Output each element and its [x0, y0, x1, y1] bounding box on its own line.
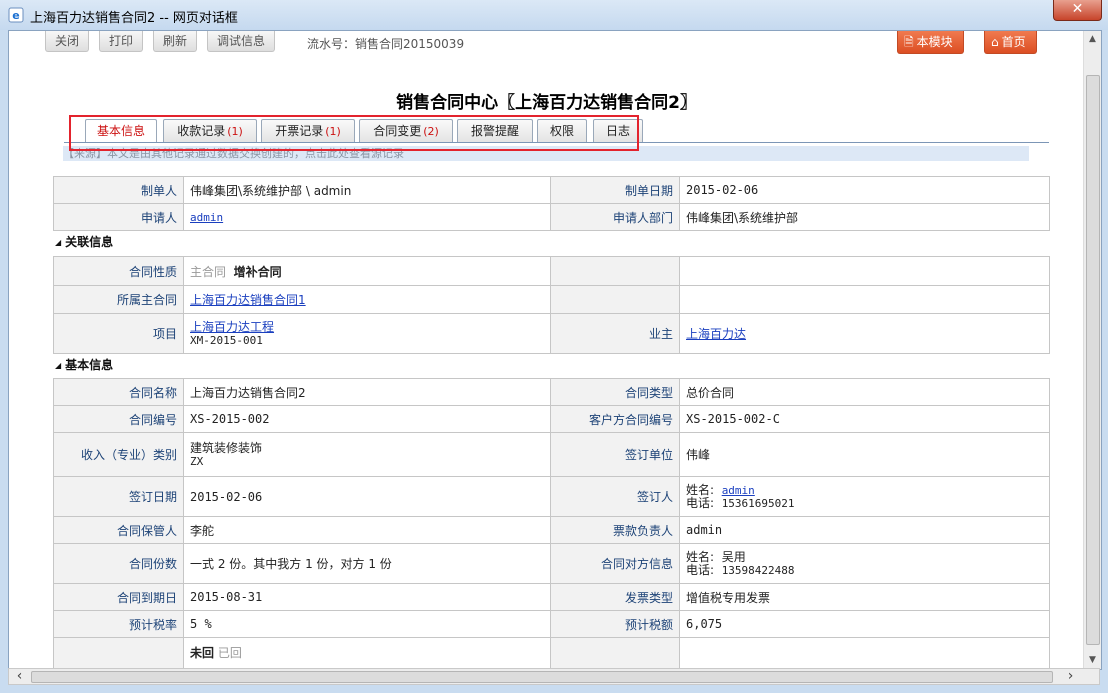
sign-unit-label: 签订单位	[550, 432, 680, 477]
window-title-bar: e 上海百力达销售合同2 -- 网页对话框 ✕	[0, 0, 1108, 30]
toolbar: 关闭 打印 刷新 调试信息 流水号：销售合同20150039 🗎 本模块 ⌂ 首页	[9, 31, 1084, 61]
tax-amount-label: 预计税额	[550, 610, 680, 638]
counterpart-name: 吴用	[721, 549, 746, 564]
page-title: 销售合同中心〖上海百力达销售合同2〗	[396, 93, 697, 113]
tax-rate-value: 5 %	[183, 610, 551, 638]
contract-name-value: 上海百力达销售合同2	[183, 378, 551, 406]
vertical-scrollbar[interactable]: ▲ ▼	[1083, 31, 1101, 669]
signer-name-link[interactable]: admin	[722, 484, 755, 497]
applicant-dept-value: 伟峰集团\系统维护部	[679, 203, 1050, 231]
contract-code-value: XS-2015-002	[183, 405, 551, 433]
create-date-label: 制单日期	[550, 176, 680, 204]
document-icon: 🗎	[904, 35, 914, 49]
close-icon: ✕	[1071, 1, 1084, 17]
home-icon: ⌂	[991, 35, 999, 49]
close-button[interactable]: 关闭	[45, 31, 90, 52]
vertical-scroll-thumb[interactable]	[1086, 75, 1100, 645]
creator-value: 伟峰集团\系统维护部 \ admin	[183, 176, 551, 204]
income-category-value: 建筑装修装饰	[190, 441, 263, 455]
horizontal-scroll-thumb[interactable]	[31, 671, 1053, 683]
window-bottom-border	[0, 685, 1108, 693]
scroll-right-icon[interactable]: ›	[1062, 669, 1079, 684]
scroll-left-icon[interactable]: ‹	[11, 669, 28, 684]
basic-info-table: 合同名称 上海百力达销售合同2 合同类型 总价合同 合同编号 XS-2015-0…	[53, 378, 1050, 669]
return-status-done[interactable]: 已回	[218, 646, 242, 660]
this-module-button[interactable]: 🗎 本模块	[897, 31, 964, 54]
create-date-value: 2015-02-06	[679, 176, 1050, 204]
income-category-label: 收入（专业）类别	[53, 432, 184, 477]
parent-contract-label: 所属主合同	[53, 285, 184, 314]
basic-section-toggle[interactable]: ◢ 基本信息	[55, 356, 113, 373]
return-status-not[interactable]: 未回	[190, 646, 214, 660]
print-button[interactable]: 打印	[99, 31, 144, 52]
creator-table: 制单人 伟峰集团\系统维护部 \ admin 制单日期 2015-02-06 申…	[53, 176, 1050, 231]
dialog-content: 关闭 打印 刷新 调试信息 流水号：销售合同20150039 🗎 本模块 ⌂ 首页 …	[8, 30, 1102, 670]
project-code: XM-2015-001	[190, 334, 263, 347]
horizontal-scrollbar[interactable]: ‹ ›	[8, 668, 1100, 685]
contract-code-label: 合同编号	[53, 405, 184, 433]
contract-type-value: 总价合同	[679, 378, 1050, 406]
expire-date-label: 合同到期日	[53, 583, 184, 611]
contract-name-label: 合同名称	[53, 378, 184, 406]
project-label: 项目	[53, 313, 184, 354]
signer-phone: 15361695021	[721, 496, 795, 510]
parent-contract-link[interactable]: 上海百力达销售合同1	[190, 293, 306, 307]
invoice-owner-value: admin	[679, 516, 1050, 544]
scroll-down-icon[interactable]: ▼	[1084, 652, 1101, 669]
window-title: 上海百力达销售合同2 -- 网页对话框	[30, 11, 238, 26]
contract-nature-label: 合同性质	[53, 256, 184, 286]
keeper-value: 李舵	[183, 516, 551, 544]
collapse-triangle-icon: ◢	[55, 238, 62, 247]
serial-number: 流水号：销售合同20150039	[307, 37, 465, 51]
keeper-label: 合同保管人	[53, 516, 184, 544]
copies-label: 合同份数	[53, 543, 184, 584]
sign-date-label: 签订日期	[53, 476, 184, 517]
related-section-toggle[interactable]: ◢ 关联信息	[55, 233, 113, 250]
signer-label: 签订人	[550, 476, 680, 517]
project-link[interactable]: 上海百力达工程	[190, 320, 544, 334]
income-category-code: ZX	[190, 455, 204, 468]
expire-date-value: 2015-08-31	[183, 583, 551, 611]
sign-date-value: 2015-02-06	[183, 476, 551, 517]
home-button[interactable]: ⌂ 首页	[984, 31, 1037, 54]
collapse-triangle-icon: ◢	[55, 361, 62, 370]
owner-label: 业主	[550, 313, 680, 354]
applicant-label: 申请人	[53, 203, 184, 231]
nature-supp-option: 增补合同	[233, 264, 282, 279]
nature-main-option: 主合同	[190, 264, 227, 279]
related-table: 合同性质 主合同 增补合同 所属主合同 上海百力达销售合同1 项目 上海百力达工…	[53, 256, 1050, 354]
svg-text:e: e	[12, 9, 19, 22]
scroll-up-icon[interactable]: ▲	[1084, 31, 1101, 48]
copies-value: 一式 2 份。其中我方 1 份，对方 1 份	[183, 543, 551, 584]
counterpart-phone: 13598422488	[721, 563, 795, 577]
tax-amount-value: 6,075	[679, 610, 1050, 638]
creator-label: 制单人	[53, 176, 184, 204]
invoice-type-value: 增值税专用发票	[679, 583, 1050, 611]
client-code-value: XS-2015-002-C	[679, 405, 1050, 433]
owner-link[interactable]: 上海百力达	[686, 327, 746, 341]
window-close-button[interactable]: ✕	[1053, 0, 1102, 21]
tax-rate-label: 预计税率	[53, 610, 184, 638]
invoice-owner-label: 票款负责人	[550, 516, 680, 544]
contract-type-label: 合同类型	[550, 378, 680, 406]
sign-unit-value: 伟峰	[679, 432, 1050, 477]
applicant-dept-label: 申请人部门	[550, 203, 680, 231]
client-code-label: 客户方合同编号	[550, 405, 680, 433]
applicant-link[interactable]: admin	[190, 211, 223, 224]
refresh-button[interactable]: 刷新	[153, 31, 198, 52]
counterpart-label: 合同对方信息	[550, 543, 680, 584]
debug-info-button[interactable]: 调试信息	[207, 31, 276, 52]
tabs-highlight-box	[69, 115, 639, 151]
invoice-type-label: 发票类型	[550, 583, 680, 611]
ie-icon: e	[8, 7, 24, 23]
